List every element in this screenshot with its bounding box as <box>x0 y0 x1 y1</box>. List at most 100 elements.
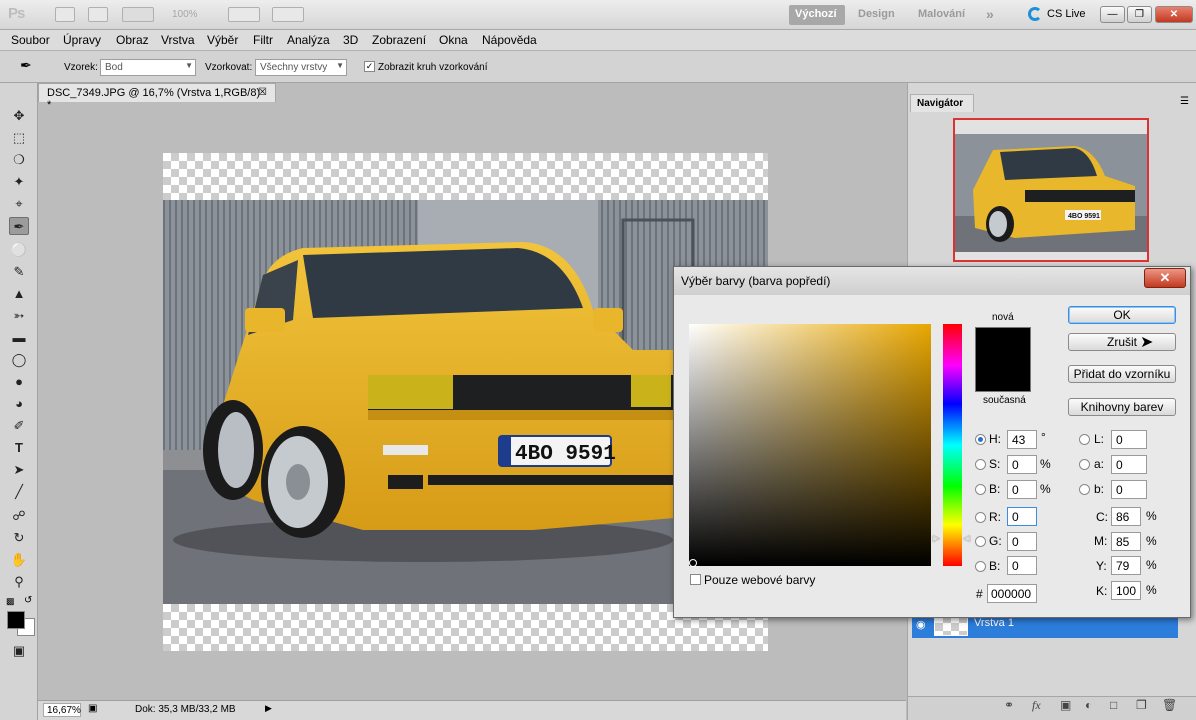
quick-mask-icon[interactable]: ▣ <box>9 642 29 660</box>
blur-tool-icon[interactable]: ◕ <box>9 395 29 413</box>
eraser-tool-icon[interactable]: ▬ <box>9 329 29 347</box>
layer-visibility-icon[interactable]: ◉ <box>916 618 926 631</box>
red-input[interactable]: 0 <box>1007 507 1037 526</box>
hex-input[interactable]: 000000 <box>987 584 1037 603</box>
menu-file[interactable]: Soubor <box>11 33 50 47</box>
lasso-tool-icon[interactable]: ❍ <box>9 151 29 169</box>
radio-a[interactable] <box>1079 459 1090 470</box>
status-menu-arrow-icon[interactable]: ▶ <box>265 703 272 714</box>
hue-input[interactable]: 43 <box>1007 430 1037 449</box>
document-tab[interactable]: DSC_7349.JPG @ 16,7% (Vrstva 1,RGB/8) * <box>38 83 276 111</box>
color-field-marker[interactable] <box>689 559 697 567</box>
minimize-button[interactable]: — <box>1100 6 1125 23</box>
menu-view[interactable]: Zobrazení <box>372 33 426 47</box>
add-to-swatches-button[interactable]: Přidat do vzorníku <box>1068 365 1176 383</box>
sample-size-select[interactable]: Bod ▼ <box>100 59 196 76</box>
radio-hue[interactable] <box>975 434 986 445</box>
a-input[interactable]: 0 <box>1111 455 1147 474</box>
navigator-tab[interactable]: Navigátor <box>910 94 974 112</box>
radio-lightness[interactable] <box>1079 434 1090 445</box>
3d-orbit-tool-icon[interactable]: ↻ <box>9 529 29 547</box>
mini-bridge-icon[interactable] <box>88 7 108 22</box>
dodge-tool-icon[interactable]: ● <box>9 373 29 391</box>
bridge-icon[interactable] <box>55 7 75 22</box>
web-colors-only-checkbox[interactable] <box>690 574 701 585</box>
magenta-input[interactable]: 85 <box>1111 532 1141 551</box>
more-workspaces-icon[interactable]: » <box>980 3 1000 23</box>
new-group-icon[interactable]: □ <box>1110 698 1117 712</box>
link-layers-icon[interactable]: ⚭ <box>1004 698 1014 712</box>
workspace-design[interactable]: Design <box>852 5 901 25</box>
show-sampling-ring-checkbox[interactable]: ✓ <box>364 61 375 72</box>
pen-tool-icon[interactable]: ✐ <box>9 417 29 435</box>
close-window-button[interactable]: ✕ <box>1155 6 1193 23</box>
color-field[interactable] <box>689 324 931 566</box>
brush-tool-icon[interactable]: ✎ <box>9 263 29 281</box>
new-layer-icon[interactable]: ❐ <box>1136 698 1147 712</box>
blue-input[interactable]: 0 <box>1007 556 1037 575</box>
brightness-input[interactable]: 0 <box>1007 480 1037 499</box>
menu-window[interactable]: Okna <box>439 33 468 47</box>
hand-tool-icon[interactable]: ✋ <box>9 551 29 569</box>
move-tool-icon[interactable]: ✥ <box>9 107 29 125</box>
clone-stamp-tool-icon[interactable]: ▲ <box>9 285 29 303</box>
type-tool-icon[interactable]: T <box>9 439 29 457</box>
quick-selection-tool-icon[interactable]: ✦ <box>9 173 29 191</box>
hue-slider[interactable] <box>943 324 962 566</box>
b-input[interactable]: 0 <box>1111 480 1147 499</box>
layer-mask-icon[interactable]: ▣ <box>1060 698 1071 712</box>
workspace-painting[interactable]: Malování <box>912 5 971 25</box>
radio-b[interactable] <box>1079 484 1090 495</box>
saturation-input[interactable]: 0 <box>1007 455 1037 474</box>
hue-slider-handle-left-icon[interactable]: ▷ <box>933 533 940 544</box>
zoom-tool-icon[interactable]: ⚲ <box>9 573 29 591</box>
radio-green[interactable] <box>975 536 986 547</box>
panel-menu-icon[interactable]: ☰ <box>1180 96 1189 107</box>
color-libraries-button[interactable]: Knihovny barev <box>1068 398 1176 416</box>
foreground-color-swatch[interactable] <box>7 611 25 629</box>
hue-slider-handle-right-icon[interactable]: ◁ <box>963 533 970 544</box>
screen-mode-icon[interactable] <box>272 7 304 22</box>
adjustment-layer-icon[interactable]: ◐ <box>1085 698 1092 712</box>
path-selection-tool-icon[interactable]: ➤ <box>9 461 29 479</box>
radio-saturation[interactable] <box>975 459 986 470</box>
view-extras-icon[interactable] <box>122 7 154 22</box>
menu-3d[interactable]: 3D <box>343 33 358 47</box>
paint-bucket-tool-icon[interactable]: ◯ <box>9 351 29 369</box>
menu-filter[interactable]: Filtr <box>253 33 273 47</box>
cyan-input[interactable]: 86 <box>1111 507 1141 526</box>
menu-layer[interactable]: Vrstva <box>161 33 195 47</box>
workspace-default[interactable]: Výchozí <box>789 5 845 25</box>
ok-button[interactable]: OK <box>1068 306 1176 324</box>
layer-style-icon[interactable]: fx <box>1032 698 1041 713</box>
navigator-preview[interactable]: 4BO 9591 <box>953 118 1149 262</box>
line-tool-icon[interactable]: ╱ <box>9 483 29 501</box>
menu-edit[interactable]: Úpravy <box>63 33 101 47</box>
lightness-input[interactable]: 0 <box>1111 430 1147 449</box>
status-icon[interactable]: ▣ <box>88 703 97 714</box>
menu-image[interactable]: Obraz <box>116 33 149 47</box>
history-brush-tool-icon[interactable]: ➳ <box>9 307 29 325</box>
sample-layers-select[interactable]: Všechny vrstvy ▼ <box>255 59 347 76</box>
healing-brush-tool-icon[interactable]: ⚪ <box>9 241 29 259</box>
delete-layer-icon[interactable]: 🗑 <box>1162 698 1177 712</box>
zoom-level[interactable]: 100% <box>172 9 198 20</box>
close-tab-icon[interactable]: ☒ <box>258 87 267 98</box>
cs-live-icon[interactable] <box>1028 7 1042 21</box>
radio-red[interactable] <box>975 512 986 523</box>
arrange-documents-icon[interactable] <box>228 7 260 22</box>
swap-colors-icon[interactable]: ↺ <box>24 595 32 606</box>
cs-live-label[interactable]: CS Live <box>1047 8 1086 20</box>
cancel-button[interactable]: Zrušit <box>1068 333 1176 351</box>
eyedropper-tool-icon[interactable]: ✒ <box>9 217 29 235</box>
marquee-tool-icon[interactable]: ⬚ <box>9 129 29 147</box>
dialog-close-button[interactable]: ✕ <box>1144 268 1186 288</box>
menu-help[interactable]: Nápověda <box>482 33 537 47</box>
menu-analysis[interactable]: Analýza <box>287 33 330 47</box>
black-input[interactable]: 100 <box>1111 581 1141 600</box>
radio-blue[interactable] <box>975 561 986 572</box>
eyedropper-preset-icon[interactable]: ✒ <box>20 57 32 74</box>
3d-rotate-tool-icon[interactable]: ☍ <box>9 507 29 525</box>
radio-brightness[interactable] <box>975 484 986 495</box>
menu-select[interactable]: Výběr <box>207 33 238 47</box>
